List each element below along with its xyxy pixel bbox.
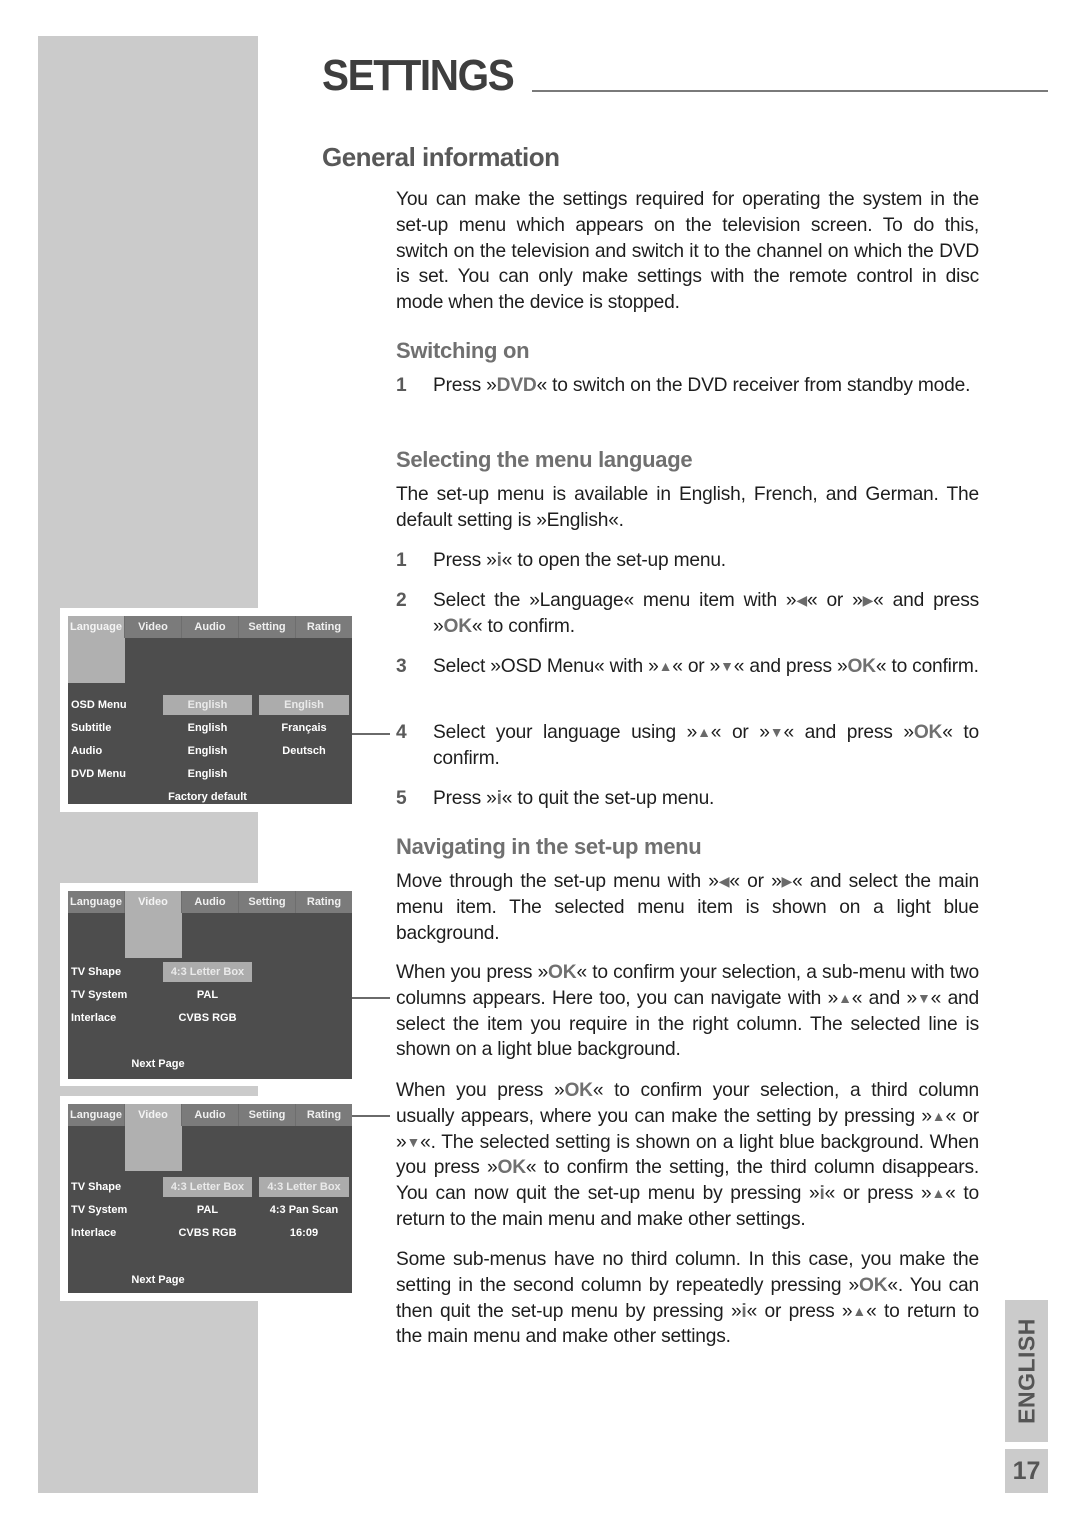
tab-video[interactable]: Video	[125, 891, 182, 913]
up-arrow-icon: ▲	[931, 1107, 946, 1124]
language-step-4: 4 Select your language using »▲« or »▼« …	[396, 722, 979, 769]
page-title: SETTINGS	[322, 51, 515, 100]
next-page-button[interactable]: Next Page	[118, 1270, 198, 1290]
menu-row-dvd-menu[interactable]: DVD Menu English	[68, 764, 352, 784]
menu-tabs: Language Video Audio Setting Rating	[68, 891, 352, 913]
callout-line	[352, 1115, 390, 1117]
tab-audio[interactable]: Audio	[182, 1104, 239, 1126]
ok-key: OK	[548, 962, 577, 983]
left-arrow-icon: ◀	[796, 592, 807, 608]
down-arrow-icon: ▼	[769, 724, 784, 740]
selected-value[interactable]: English	[163, 695, 252, 715]
ok-key: OK	[497, 1157, 527, 1179]
menu-row-osd-menu[interactable]: OSD Menu English English	[68, 695, 352, 715]
osd-screen-video: Language Video Audio Setting Rating TV S…	[60, 883, 360, 1086]
switching-on-heading: Switching on	[396, 338, 530, 363]
menu-row-interlace[interactable]: Interlace CVBS RGB 16:09	[68, 1223, 352, 1243]
tab-language[interactable]: Language	[68, 616, 125, 638]
selected-value[interactable]: 4:3 Letter Box	[163, 1177, 252, 1197]
step-number: 1	[396, 375, 407, 396]
step-number: 1	[396, 550, 407, 571]
navigating-heading: Navigating in the set-up menu	[396, 834, 702, 859]
menu-tabs: Language Video Audio Setiing Rating	[68, 1104, 352, 1126]
osd-screen-video-third-column: Language Video Audio Setiing Rating TV S…	[60, 1096, 360, 1301]
menu-row-tv-shape[interactable]: TV Shape 4:3 Letter Box	[68, 962, 352, 982]
navigating-paragraph-2: When you press »OK« to confirm your sele…	[396, 962, 979, 1061]
osd-screen-language: Language Video Audio Setting Rating OSD …	[60, 608, 360, 812]
factory-default-button[interactable]: Factory default	[163, 787, 252, 807]
ok-key: OK	[847, 656, 876, 677]
ok-key: OK	[443, 615, 472, 637]
tab-rating[interactable]: Rating	[296, 891, 352, 913]
right-arrow-icon: ▶	[862, 592, 874, 608]
menu-row-audio[interactable]: Audio English Deutsch	[68, 741, 352, 761]
menu-language-heading: Selecting the menu language	[396, 447, 693, 472]
tab-rating[interactable]: Rating	[296, 616, 352, 638]
selected-option[interactable]: 4:3 Letter Box	[259, 1177, 349, 1197]
ok-key: OK	[913, 722, 943, 743]
title-rule	[532, 90, 1048, 92]
intro-paragraph: You can make the settings required for o…	[396, 189, 979, 314]
up-arrow-icon: ▲	[697, 724, 711, 740]
menu-row-subtitle[interactable]: Subtitle English Français	[68, 718, 352, 738]
menu-row-tv-system[interactable]: TV System PAL 4:3 Pan Scan	[68, 1200, 352, 1220]
menu-row-interlace[interactable]: Interlace CVBS RGB	[68, 1008, 352, 1028]
language-side-tab: ENGLISH	[1005, 1300, 1048, 1442]
ok-key: OK	[858, 1274, 888, 1296]
ok-key: OK	[564, 1080, 593, 1101]
tab-audio[interactable]: Audio	[182, 616, 239, 638]
menu-tabs: Language Video Audio Setting Rating	[68, 616, 352, 638]
tab-language[interactable]: Language	[68, 891, 125, 913]
tab-video[interactable]: Video	[125, 1104, 182, 1126]
tab-setting[interactable]: Setiing	[239, 1104, 296, 1126]
menu-language-intro: The set-up menu is available in English,…	[396, 484, 979, 531]
navigating-paragraph-3: When you press »OK« to confirm your sele…	[396, 1080, 980, 1230]
right-arrow-icon: ▶	[781, 873, 793, 889]
tab-setting[interactable]: Setting	[239, 616, 296, 638]
switching-on-step-1: 1 Press »DVD« to switch on the DVD recei…	[396, 373, 979, 399]
tab-setting[interactable]: Setting	[239, 891, 296, 913]
navigating-paragraph-1: Move through the set-up menu with »◀« or…	[396, 871, 979, 944]
down-arrow-icon: ▼	[917, 989, 931, 1006]
selected-tab-highlight	[125, 1126, 182, 1171]
up-arrow-icon: ▲	[852, 1302, 867, 1319]
up-arrow-icon: ▲	[931, 1185, 946, 1202]
language-label: ENGLISH	[1013, 1318, 1039, 1424]
step-number: 5	[396, 788, 407, 809]
tab-language[interactable]: Language	[68, 1104, 125, 1126]
down-arrow-icon: ▼	[406, 1133, 421, 1150]
selected-tab-highlight	[68, 638, 125, 683]
menu-row-tv-shape[interactable]: TV Shape 4:3 Letter Box 4:3 Letter Box	[68, 1177, 352, 1197]
next-page-button[interactable]: Next Page	[118, 1054, 198, 1074]
step-number: 4	[396, 722, 407, 743]
up-arrow-icon: ▲	[658, 658, 673, 674]
language-step-3: 3 Select »OSD Menu« with »▲« or »▼« and …	[396, 654, 979, 680]
callout-line	[352, 997, 390, 999]
tab-rating[interactable]: Rating	[296, 1104, 352, 1126]
section-heading: General information	[322, 142, 560, 172]
menu-row-tv-system[interactable]: TV System PAL	[68, 985, 352, 1005]
language-step-1: 1 Press »i« to open the set-up menu.	[396, 548, 979, 574]
selected-option[interactable]: English	[259, 695, 349, 715]
callout-line	[352, 733, 390, 735]
up-arrow-icon: ▲	[838, 989, 852, 1006]
step-number: 2	[396, 590, 407, 611]
selected-value[interactable]: 4:3 Letter Box	[163, 962, 252, 982]
dvd-key: DVD	[496, 375, 537, 396]
tab-video[interactable]: Video	[125, 616, 182, 638]
page-number: 17	[1005, 1449, 1048, 1493]
tab-audio[interactable]: Audio	[182, 891, 239, 913]
language-step-2: 2 Select the »Language« menu item with »…	[396, 590, 979, 637]
down-arrow-icon: ▼	[720, 658, 734, 674]
language-step-5: 5 Press »i« to quit the set-up menu.	[396, 786, 979, 812]
selected-tab-highlight	[125, 913, 182, 958]
left-arrow-icon: ◀	[718, 873, 730, 889]
navigating-paragraph-4: Some sub-menus have no third column. In …	[396, 1249, 979, 1348]
step-number: 3	[396, 656, 407, 677]
